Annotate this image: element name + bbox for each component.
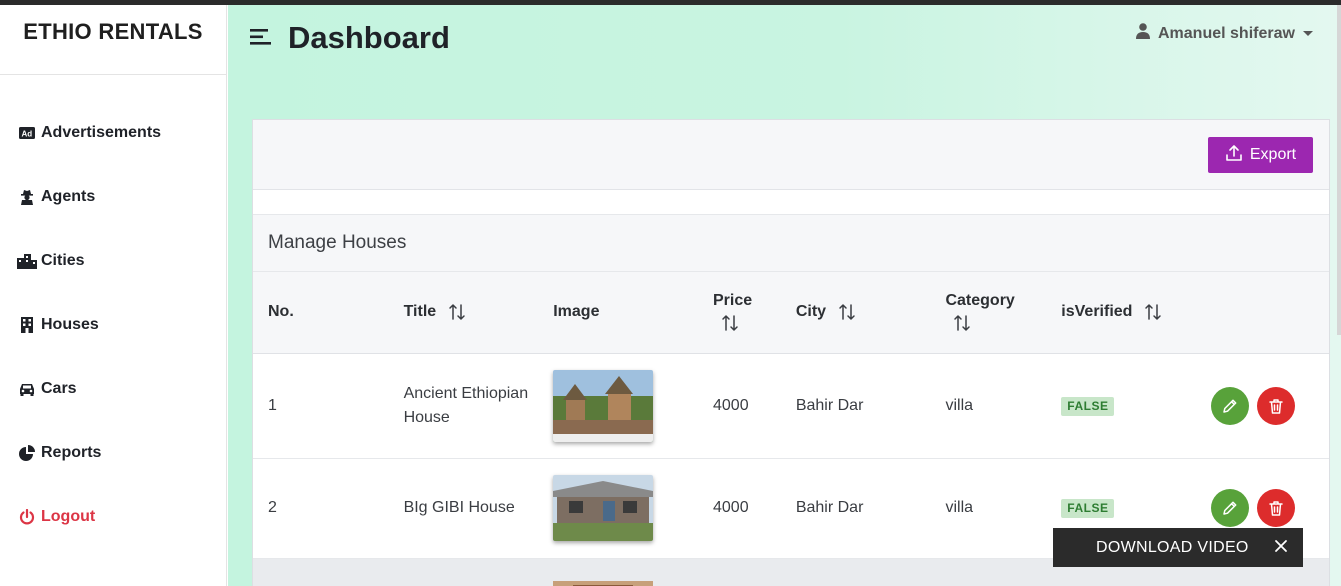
column-header-verified[interactable]: isVerified [1061, 272, 1211, 353]
pencil-icon [1223, 399, 1237, 413]
sidebar-item-label: Agents [41, 188, 96, 205]
column-header-city[interactable]: City [796, 272, 946, 353]
page-scrollbar[interactable] [1337, 5, 1341, 335]
edit-button[interactable] [1211, 489, 1250, 527]
user-menu[interactable]: Amanuel shiferaw [1136, 23, 1313, 44]
sidebar-item-label: Houses [41, 316, 99, 333]
sidebar-item-label: Cars [41, 380, 77, 397]
trash-icon [1269, 398, 1283, 414]
pencil-icon [1223, 501, 1237, 515]
section-title: Manage Houses [268, 232, 407, 253]
edit-button[interactable] [1211, 386, 1250, 425]
cell-no: 1 [268, 396, 277, 414]
cell-image [553, 558, 713, 586]
main-content: Dashboard Amanuel shiferaw Export Manage… [228, 5, 1341, 586]
column-header-title[interactable]: Title [404, 272, 554, 353]
card-toolbar: Export [253, 120, 1329, 190]
house-thumbnail[interactable] [553, 579, 654, 586]
brand-name: ETHIO RENTALS [23, 19, 203, 44]
cell-title: BIg GIBI House [403, 499, 515, 516]
status-badge: FALSE [1061, 396, 1115, 416]
column-header-no: No. [268, 303, 294, 321]
sidebar-item-agents[interactable]: Agents [0, 165, 226, 229]
pie-chart-icon [17, 443, 37, 463]
section-header: Manage Houses [253, 214, 1329, 272]
user-name: Amanuel shiferaw [1158, 24, 1295, 42]
export-button[interactable]: Export [1208, 137, 1313, 173]
table-row: 1 Ancient Ethiopian House 4000 Bahir Dar… [253, 353, 1329, 458]
cell-price: 4000 [713, 396, 749, 414]
chevron-down-icon [1302, 31, 1313, 36]
delete-button[interactable] [1257, 489, 1296, 527]
cell-price: 4000 [713, 499, 749, 516]
sort-icon[interactable] [1144, 303, 1162, 321]
page-title: Dashboard [288, 20, 450, 55]
table-header-row: No. Title Image Price City Category isVe… [253, 272, 1329, 353]
sidebar-item-label: Reports [41, 444, 102, 461]
delete-button[interactable] [1257, 386, 1296, 425]
trash-icon [1269, 501, 1283, 516]
sidebar-item-label: Cities [41, 252, 85, 269]
user-secret-icon [17, 187, 37, 207]
ad-icon: Ad [17, 123, 37, 143]
cell-image [553, 353, 713, 458]
cell-image [553, 458, 713, 558]
brand-logo[interactable]: ETHIO RENTALS [0, 5, 226, 75]
sidebar-item-label: Logout [41, 508, 96, 525]
houses-card: Export Manage Houses No. Title Image Pri… [252, 119, 1330, 586]
close-icon[interactable] [1274, 539, 1288, 558]
sidebar-item-reports[interactable]: Reports [0, 421, 226, 485]
cell-no: 2 [268, 499, 277, 516]
spacer [253, 190, 1329, 214]
cell-title: Ancient Ethiopian House [403, 384, 529, 426]
cell-category: villa [945, 396, 974, 414]
menu-toggle-icon[interactable] [250, 27, 272, 52]
sidebar-item-logout[interactable]: Logout [0, 485, 226, 549]
column-header-image: Image [553, 303, 600, 321]
cell-city: Bahir Dar [795, 396, 864, 414]
user-icon [1136, 23, 1150, 44]
sidebar-nav: Ad Advertisements Agents Cities Houses C… [0, 75, 226, 549]
column-header-actions [1211, 272, 1329, 353]
house-thumbnail[interactable] [553, 369, 654, 442]
building-icon [17, 315, 37, 335]
sidebar: ETHIO RENTALS Ad Advertisements Agents C… [0, 5, 227, 586]
download-video-label: DOWNLOAD VIDEO [1096, 538, 1249, 556]
sidebar-item-cars[interactable]: Cars [0, 357, 226, 421]
sort-icon[interactable] [953, 314, 971, 332]
cell-verified: FALSE [1061, 353, 1211, 458]
status-badge: FALSE [1061, 499, 1115, 518]
sidebar-item-cities[interactable]: Cities [0, 229, 226, 293]
cell-city: Bahir Dar [795, 499, 864, 516]
sidebar-item-label: Advertisements [41, 124, 162, 141]
sort-icon[interactable] [838, 303, 856, 321]
cell-category: villa [945, 499, 974, 516]
sidebar-item-houses[interactable]: Houses [0, 293, 226, 357]
download-video-button[interactable]: DOWNLOAD VIDEO [1053, 528, 1303, 567]
upload-icon [1225, 144, 1243, 167]
export-label: Export [1249, 146, 1297, 163]
svg-text:Ad: Ad [22, 130, 33, 139]
column-header-category[interactable]: Category [945, 272, 1061, 353]
car-icon [17, 379, 37, 399]
sort-icon[interactable] [721, 314, 739, 332]
city-icon [17, 251, 37, 271]
column-header-price[interactable]: Price [713, 272, 796, 353]
power-icon [17, 507, 37, 527]
sidebar-item-advertisements[interactable]: Ad Advertisements [0, 101, 226, 165]
cell-actions [1211, 353, 1329, 458]
sort-icon[interactable] [448, 303, 466, 321]
house-thumbnail[interactable] [553, 475, 654, 541]
